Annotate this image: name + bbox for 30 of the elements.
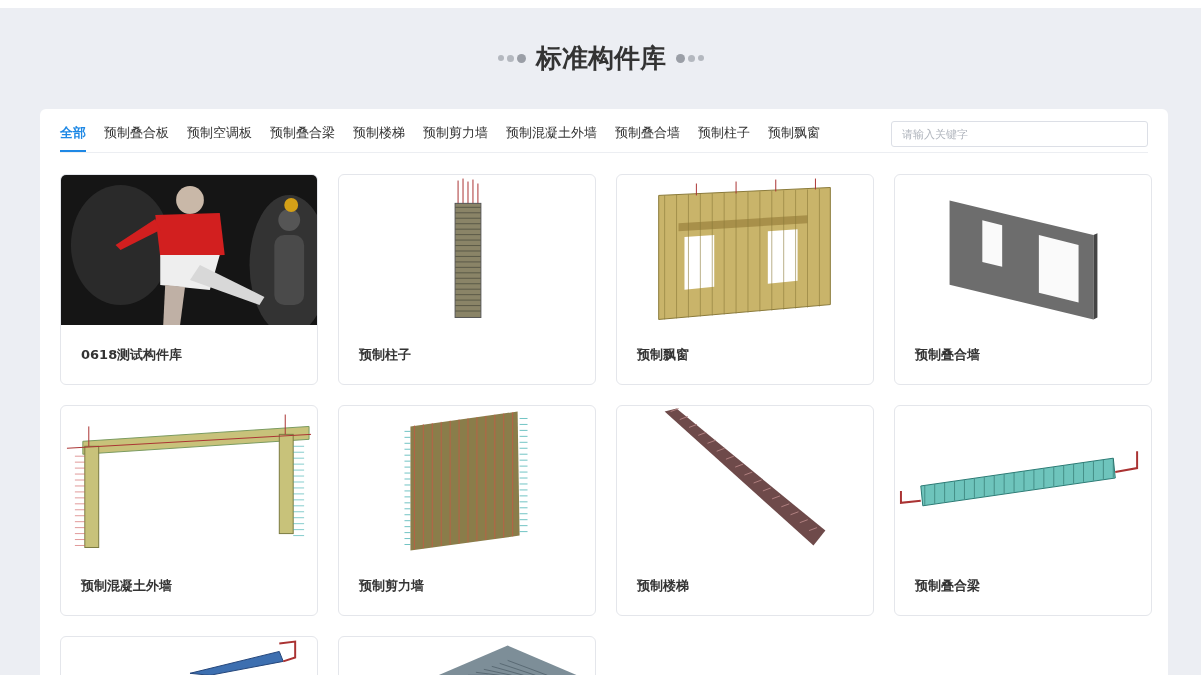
- card-title: 预制楼梯: [636, 577, 690, 595]
- card-title: 预制柱子: [358, 346, 412, 364]
- card-title: 预制飘窗: [636, 346, 690, 364]
- category-tab[interactable]: 预制飘窗: [768, 115, 820, 152]
- category-tab[interactable]: 预制剪力墙: [423, 115, 488, 152]
- component-card[interactable]: 预制混凝土外墙: [60, 405, 318, 616]
- card-title: 预制叠合梁: [914, 577, 981, 595]
- category-tab[interactable]: 预制混凝土外墙: [506, 115, 597, 152]
- card-title: 0618测试构件库: [80, 346, 184, 364]
- card-title: 预制叠合墙: [914, 346, 981, 364]
- category-tab[interactable]: 预制叠合墙: [615, 115, 680, 152]
- category-tab[interactable]: 预制柱子: [698, 115, 750, 152]
- category-tab[interactable]: 预制楼梯: [353, 115, 405, 152]
- component-card[interactable]: 预制柱子: [338, 174, 596, 385]
- search-field[interactable]: 请输入关键字: [891, 120, 1148, 147]
- component-card[interactable]: 预制飘窗: [616, 174, 874, 385]
- page-title: 标准构件库: [535, 41, 666, 75]
- card-title: 预制混凝土外墙: [80, 577, 173, 595]
- component-card[interactable]: 预制叠合墙: [894, 174, 1152, 385]
- category-tab[interactable]: 预制叠合板: [104, 115, 169, 152]
- component-card[interactable]: 预制楼梯: [616, 405, 874, 616]
- category-tab[interactable]: 全部: [60, 115, 86, 152]
- component-card[interactable]: 预制叠合梁: [894, 405, 1152, 616]
- component-card[interactable]: 0618测试构件库: [60, 174, 318, 385]
- card-title: 预制剪力墙: [358, 577, 425, 595]
- dots-icon: [497, 53, 526, 63]
- category-tab[interactable]: 预制空调板: [187, 115, 252, 152]
- category-tab[interactable]: 预制叠合梁: [270, 115, 335, 152]
- dots-icon: [675, 53, 704, 63]
- component-card[interactable]: 预制剪力墙: [338, 405, 596, 616]
